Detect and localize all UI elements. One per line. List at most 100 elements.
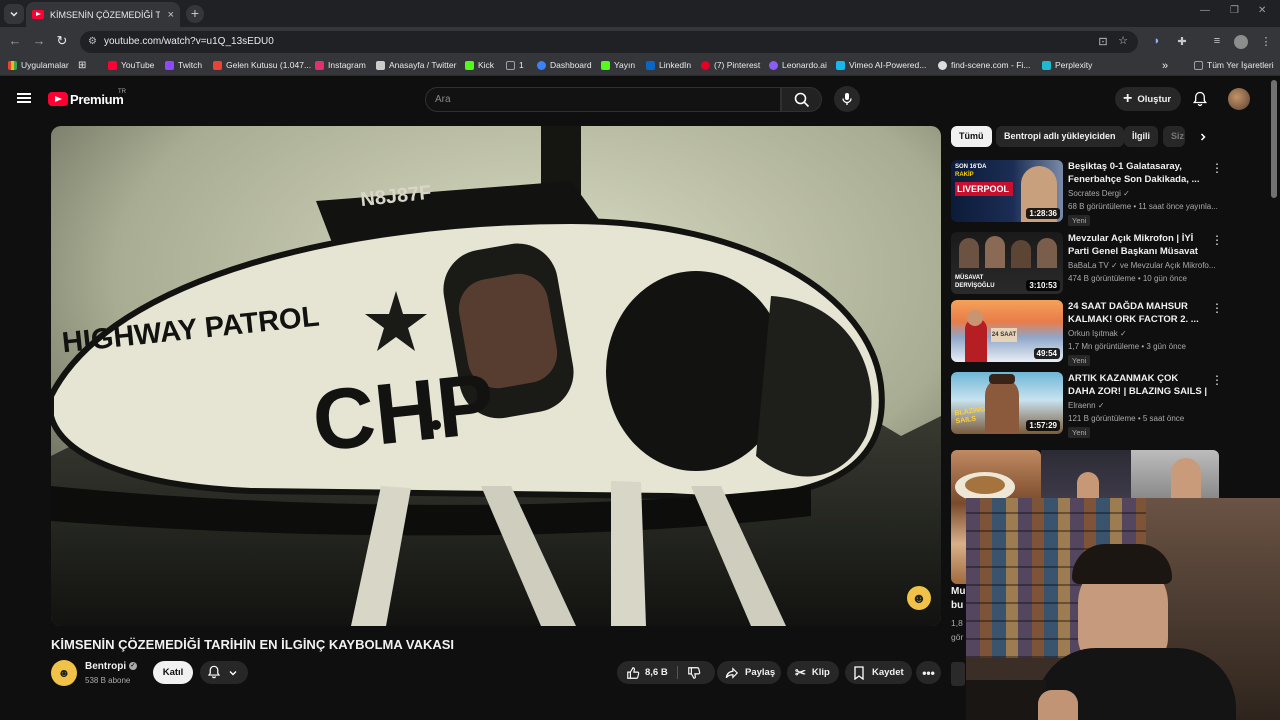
tab-search-button[interactable] xyxy=(4,4,24,24)
bookmark-item[interactable]: Instagram xyxy=(315,60,366,70)
channel-name[interactable]: Bentropi ✓ xyxy=(85,661,137,672)
chip-from-uploader[interactable]: Bentropi adlı yükleyiciden xyxy=(996,126,1124,147)
bookmark-item[interactable]: Uygulamalar xyxy=(8,60,69,70)
bookmark-item[interactable]: Perplexity xyxy=(1042,60,1092,70)
bookmark-item[interactable]: Leonardo.ai xyxy=(769,60,827,70)
close-window-icon[interactable]: ✕ xyxy=(1258,5,1266,16)
video-title[interactable]: Mevzular Açık Mikrofon | İYİ Parti Genel… xyxy=(1068,232,1208,258)
video-thumbnail[interactable]: 24 SAAT 49:54 xyxy=(951,300,1063,362)
notifications-bell-icon[interactable] xyxy=(1192,91,1208,107)
channel-name[interactable]: BaBaLa TV ✓ ve Mevzular Açık Mikrofo... xyxy=(1068,261,1216,270)
video-title[interactable]: Beşiktaş 0-1 Galatasaray, Fenerbahçe Son… xyxy=(1068,160,1208,186)
profile-avatar[interactable] xyxy=(1234,35,1248,49)
bookmark-star-icon[interactable]: ☆ xyxy=(1116,34,1130,47)
search-button[interactable] xyxy=(781,87,822,112)
video-title[interactable]: ARTIK KAZANMAK ÇOK DAHA ZOR! | BLAZING S… xyxy=(1068,372,1208,398)
bookmark-item[interactable]: Kick xyxy=(465,60,494,70)
partial-rec-title[interactable]: bu xyxy=(951,600,963,611)
extensions-puzzle-icon[interactable]: ✚ xyxy=(1175,35,1189,48)
recommendation-item[interactable]: SON 16'DA RAKİP LIVERPOOL 1:28:36 Beşikt… xyxy=(951,160,1223,226)
video-thumbnail[interactable]: MÜSAVAT DERVİŞOĞLU 3:10:53 xyxy=(951,232,1063,294)
bookmark-item[interactable]: Twitch xyxy=(165,60,202,70)
all-bookmarks-button[interactable]: Tüm Yer İşaretleri xyxy=(1194,60,1274,70)
tab-close-icon[interactable]: × xyxy=(168,9,174,21)
bookmark-item[interactable]: find-scene.com - Fi... xyxy=(938,60,1030,70)
like-dislike-group: 8,6 B xyxy=(617,661,715,684)
search-input[interactable]: Ara xyxy=(425,87,781,112)
more-vertical-icon[interactable]: ⋮ xyxy=(1211,374,1223,386)
more-actions-button[interactable]: ••• xyxy=(916,661,941,684)
address-bar[interactable]: ⚙ youtube.com/watch?v=u1Q_13sEDU0 ⊡ ☆ xyxy=(80,31,1138,53)
channel-name[interactable]: Orkun Işıtmak ✓ xyxy=(1068,329,1127,338)
bookmark-item[interactable]: Gelen Kutusu (1.047... xyxy=(213,60,311,70)
subscriber-count: 538 B abone xyxy=(85,676,131,685)
channel-avatar[interactable]: ☻ xyxy=(51,660,77,686)
share-button[interactable]: Paylaş xyxy=(717,661,781,684)
dislike-button[interactable] xyxy=(675,661,713,684)
url-text[interactable]: youtube.com/watch?v=u1Q_13sEDU0 xyxy=(104,36,274,47)
webcam-overlay xyxy=(966,498,1280,720)
more-vertical-icon[interactable]: ⋮ xyxy=(1211,162,1223,174)
video-duration: 49:54 xyxy=(1033,348,1060,359)
new-tab-button[interactable]: + xyxy=(186,5,204,23)
video-thumbnail[interactable]: BLAZING SAILS 1:57:29 xyxy=(951,372,1063,434)
x-icon xyxy=(376,60,385,70)
bookmark-item[interactable]: LinkedIn xyxy=(646,60,691,70)
minimize-icon[interactable]: — xyxy=(1200,5,1210,16)
video-player[interactable]: N8J87F HIGHWAY PATROL CHP ☻ xyxy=(51,126,941,626)
verified-check-icon: ✓ xyxy=(1123,189,1130,198)
browser-tab-active[interactable]: KİMSENİN ÇÖZEMEDİĞİ TARİHİN EN İLGİNÇ KA… xyxy=(26,2,180,27)
more-vertical-icon[interactable]: ⋮ xyxy=(1211,302,1223,314)
youtube-logo-icon[interactable] xyxy=(48,92,68,106)
channel-name[interactable]: Elraenn ✓ xyxy=(1068,401,1105,410)
bookmark-item[interactable]: YouTube xyxy=(108,60,154,70)
channel-watermark[interactable]: ☻ xyxy=(907,586,931,610)
chip-you[interactable]: Siz xyxy=(1163,126,1185,147)
apps-grid-icon[interactable]: ⊞ xyxy=(78,60,86,71)
menu-hamburger-icon[interactable] xyxy=(17,93,31,103)
back-arrow-icon[interactable]: ← xyxy=(6,33,24,48)
extension-audio-icon[interactable]: ◗ xyxy=(1150,35,1164,47)
like-button[interactable]: 8,6 B xyxy=(617,661,675,684)
recommendation-item[interactable]: BLAZING SAILS 1:57:29 ARTIK KAZANMAK ÇOK… xyxy=(951,372,1223,438)
bookmark-item[interactable]: Anasayfa / Twitter xyxy=(376,60,456,70)
bookmark-folder[interactable]: 1 xyxy=(506,60,524,70)
more-vertical-icon[interactable]: ⋮ xyxy=(1211,234,1223,246)
subscription-notifications-button[interactable] xyxy=(200,661,248,684)
save-button[interactable]: Kaydet xyxy=(845,661,912,684)
bookmark-item[interactable]: Dashboard xyxy=(537,60,592,70)
apps-grid-icon xyxy=(8,60,17,70)
search-icon xyxy=(794,92,809,107)
create-button[interactable]: + Oluştur xyxy=(1115,87,1181,111)
forward-arrow-icon[interactable]: → xyxy=(30,33,48,48)
voice-search-button[interactable] xyxy=(834,86,860,112)
channel-name[interactable]: Socrates Dergi ✓ xyxy=(1068,189,1130,198)
thumbs-down-icon xyxy=(688,666,701,679)
recommendation-item[interactable]: MÜSAVAT DERVİŞOĞLU 3:10:53 Mevzular Açık… xyxy=(951,232,1223,294)
site-info-icon[interactable]: ⚙ xyxy=(88,36,100,48)
bookmark-item[interactable]: (7) Pinterest xyxy=(701,60,760,70)
join-button[interactable]: Katıl xyxy=(153,661,193,684)
recommendation-item[interactable]: 24 SAAT 49:54 24 SAAT DAĞDA MAHSUR KALMA… xyxy=(951,300,1223,366)
bookmark-item[interactable]: Yayın xyxy=(601,60,635,70)
account-avatar[interactable] xyxy=(1228,88,1250,110)
partial-rec-thumbnail[interactable] xyxy=(951,662,965,686)
youtube-premium-wordmark[interactable]: Premium xyxy=(70,92,124,107)
bookmarks-overflow-icon[interactable]: » xyxy=(1162,60,1168,72)
install-app-icon[interactable]: ⊡ xyxy=(1096,35,1110,48)
maximize-icon[interactable]: ❐ xyxy=(1230,5,1239,16)
browser-menu-icon[interactable]: ⋮ xyxy=(1259,35,1273,48)
clip-button[interactable]: ✂ Klip xyxy=(787,661,839,684)
chips-next-button[interactable] xyxy=(1190,128,1216,146)
bookmark-item[interactable]: Vimeo AI-Powered... xyxy=(836,60,926,70)
video-title[interactable]: 24 SAAT DAĞDA MAHSUR KALMAK! ORK FACTOR … xyxy=(1068,300,1208,326)
partial-rec-title[interactable]: Mu xyxy=(951,586,965,597)
chevron-right-icon xyxy=(1200,133,1206,141)
video-thumbnail[interactable]: SON 16'DA RAKİP LIVERPOOL 1:28:36 xyxy=(951,160,1063,222)
chip-all[interactable]: Tümü xyxy=(951,126,992,147)
chip-related[interactable]: İlgili xyxy=(1124,126,1158,147)
linkedin-icon xyxy=(646,60,655,70)
reading-list-icon[interactable]: ≡ xyxy=(1210,35,1224,47)
page-scrollbar[interactable] xyxy=(1271,80,1277,198)
reload-icon[interactable]: ↻ xyxy=(53,33,71,49)
